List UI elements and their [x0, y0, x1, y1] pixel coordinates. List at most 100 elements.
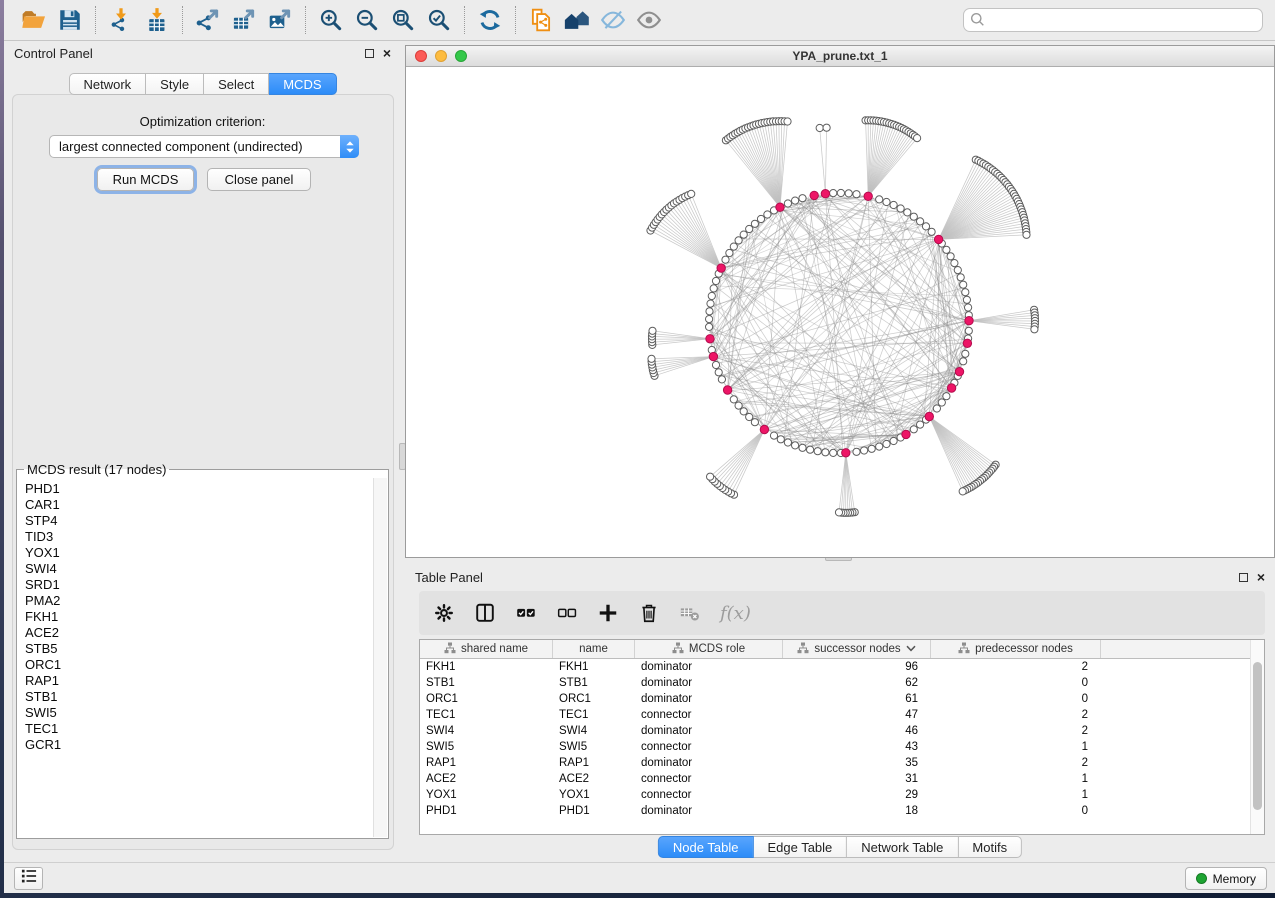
control-panel-tabs: NetworkStyleSelectMCDS	[68, 73, 336, 95]
mcds-list-item[interactable]: TEC1	[25, 721, 373, 737]
network-window-titlebar[interactable]: YPA_prune.txt_1	[406, 46, 1274, 67]
open-file-button[interactable]	[16, 4, 52, 36]
mcds-list-item[interactable]: PHD1	[25, 481, 373, 497]
table-scrollbar[interactable]	[1250, 640, 1264, 834]
column-label: name	[579, 643, 608, 655]
run-mcds-button[interactable]: Run MCDS	[97, 168, 194, 191]
show-all-button[interactable]	[631, 4, 667, 36]
close-window-icon[interactable]	[415, 50, 427, 62]
mcds-list-item[interactable]: STP4	[25, 513, 373, 529]
zoom-out-button[interactable]	[349, 4, 385, 36]
mcds-list-item[interactable]: TID3	[25, 529, 373, 545]
table-cell: connector	[635, 771, 783, 787]
search-box[interactable]	[963, 8, 1263, 32]
import-network-button[interactable]	[103, 4, 139, 36]
sort-chevron-icon[interactable]	[906, 643, 916, 655]
table-panel: Table Panel f(x) shared namenameMCDS rol…	[405, 565, 1275, 862]
hide-selected-button[interactable]	[595, 4, 631, 36]
toolbar-separator	[95, 6, 96, 34]
first-neighbors-button[interactable]	[559, 4, 595, 36]
mcds-list-item[interactable]: ACE2	[25, 625, 373, 641]
mcds-list-item[interactable]: STB1	[25, 689, 373, 705]
maximize-window-icon[interactable]	[455, 50, 467, 62]
table-settings-button[interactable]	[433, 602, 455, 624]
table-row[interactable]: SWI4SWI4dominator462	[420, 723, 1264, 739]
export-image-button[interactable]	[262, 4, 298, 36]
table-scrollbar-thumb[interactable]	[1253, 662, 1262, 810]
mcds-list-scrollbar[interactable]	[373, 478, 387, 837]
mcds-list-item[interactable]: SWI4	[25, 561, 373, 577]
import-table-button[interactable]	[139, 4, 175, 36]
column-header-predecessor-nodes[interactable]: predecessor nodes	[931, 640, 1101, 658]
table-row[interactable]: ORC1ORC1dominator610	[420, 691, 1264, 707]
mcds-result-title: MCDS result (17 nodes)	[24, 462, 169, 477]
table-cell: TEC1	[553, 707, 635, 723]
close-panel-icon[interactable]	[383, 48, 391, 58]
network-canvas[interactable]	[406, 67, 1274, 557]
mcds-list-item[interactable]: PMA2	[25, 593, 373, 609]
network-view-window: YPA_prune.txt_1	[405, 45, 1275, 558]
table-row[interactable]: YOX1YOX1connector291	[420, 787, 1264, 803]
add-column-button[interactable]	[597, 602, 619, 624]
zoom-in-button[interactable]	[313, 4, 349, 36]
mcds-list-item[interactable]: FKH1	[25, 609, 373, 625]
table-row[interactable]: FKH1FKH1dominator962	[420, 659, 1264, 675]
tab-network-table[interactable]: Network Table	[847, 836, 958, 858]
table-cell: 35	[783, 755, 931, 771]
task-history-button[interactable]	[14, 867, 43, 890]
zoom-fit-button[interactable]	[385, 4, 421, 36]
deselect-all-button[interactable]	[556, 602, 578, 624]
table-cell: SWI4	[553, 723, 635, 739]
close-table-panel-icon[interactable]	[1257, 572, 1265, 582]
float-panel-icon[interactable]	[365, 49, 374, 58]
duplicate-network-button[interactable]	[523, 4, 559, 36]
table-panel-title: Table Panel	[415, 570, 483, 585]
mcds-list-item[interactable]: YOX1	[25, 545, 373, 561]
export-table-button[interactable]	[226, 4, 262, 36]
mcds-list-item[interactable]: GCR1	[25, 737, 373, 753]
export-network-button[interactable]	[190, 4, 226, 36]
save-session-button[interactable]	[52, 4, 88, 36]
column-header-MCDS-role[interactable]: MCDS role	[635, 640, 783, 658]
memory-button[interactable]: Memory	[1185, 867, 1267, 890]
tab-network[interactable]: Network	[68, 73, 146, 95]
search-input[interactable]	[963, 8, 1263, 32]
table-row[interactable]: STB1STB1dominator620	[420, 675, 1264, 691]
tab-node-table[interactable]: Node Table	[658, 836, 754, 858]
mcds-list-item[interactable]: SWI5	[25, 705, 373, 721]
tab-mcds[interactable]: MCDS	[269, 73, 336, 95]
delete-columns-button[interactable]	[638, 602, 660, 624]
column-type-icon	[672, 642, 684, 657]
table-cell: PHD1	[420, 803, 553, 819]
mcds-result-list[interactable]: PHD1CAR1STP4TID3YOX1SWI4SRD1PMA2FKH1ACE2…	[18, 479, 373, 837]
float-table-panel-icon[interactable]	[1239, 573, 1248, 582]
mcds-list-item[interactable]: STB5	[25, 641, 373, 657]
table-row[interactable]: PHD1PHD1dominator180	[420, 803, 1264, 819]
table-cell: 0	[931, 675, 1101, 691]
mcds-list-item[interactable]: CAR1	[25, 497, 373, 513]
column-header-shared-name[interactable]: shared name	[420, 640, 553, 658]
tab-select[interactable]: Select	[204, 73, 269, 95]
tab-edge-table[interactable]: Edge Table	[753, 836, 847, 858]
column-header-successor-nodes[interactable]: successor nodes	[783, 640, 931, 658]
mcds-list-item[interactable]: SRD1	[25, 577, 373, 593]
refresh-view-button[interactable]	[472, 4, 508, 36]
tab-motifs[interactable]: Motifs	[958, 836, 1022, 858]
select-stepper-icon	[340, 135, 359, 158]
toggle-panel-button[interactable]	[474, 602, 496, 624]
table-row[interactable]: SWI5SWI5connector431	[420, 739, 1264, 755]
mcds-list-item[interactable]: ORC1	[25, 657, 373, 673]
close-panel-button[interactable]: Close panel	[207, 168, 311, 191]
zoom-selected-button[interactable]	[421, 4, 457, 36]
column-header-name[interactable]: name	[553, 640, 635, 658]
column-label: shared name	[461, 643, 528, 655]
table-row[interactable]: ACE2ACE2connector311	[420, 771, 1264, 787]
optimization-criterion-select[interactable]: largest connected component (undirected)	[49, 135, 359, 158]
table-row[interactable]: RAP1RAP1dominator352	[420, 755, 1264, 771]
column-header-filler	[1101, 640, 1264, 658]
tab-style[interactable]: Style	[146, 73, 204, 95]
minimize-window-icon[interactable]	[435, 50, 447, 62]
table-row[interactable]: TEC1TEC1connector472	[420, 707, 1264, 723]
select-all-button[interactable]	[515, 602, 537, 624]
mcds-list-item[interactable]: RAP1	[25, 673, 373, 689]
